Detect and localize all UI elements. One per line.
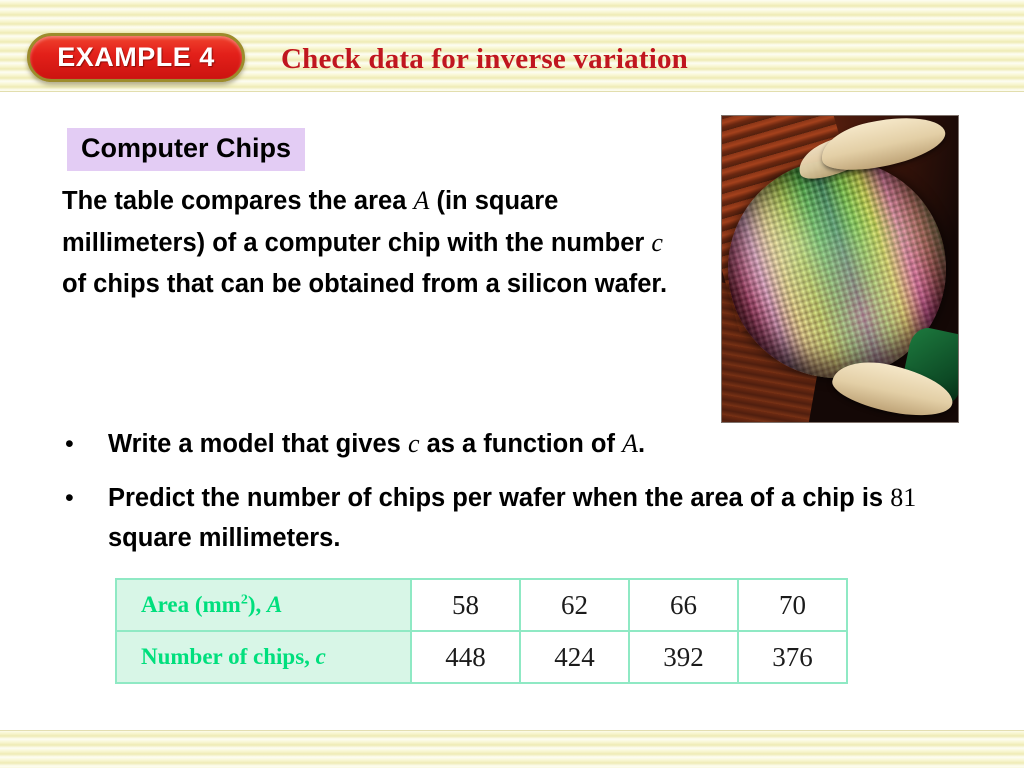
table-row: Area (mm2), A 58 62 66 70 [115, 578, 848, 632]
data-table: Area (mm2), A 58 62 66 70 Number of chip… [115, 578, 848, 684]
bullet-2-part-1: Predict the number of chips per wafer wh… [108, 484, 891, 512]
silicon-wafer-photo [722, 116, 958, 422]
table-row: Number of chips, c 448 424 392 376 [115, 630, 848, 684]
paragraph-part-1: The table compares the area [62, 187, 414, 215]
bullet-marker: • [65, 430, 74, 458]
variable-chips: c [651, 228, 663, 257]
row-label-chips-prefix: Number of chips, [141, 644, 316, 669]
paragraph-part-3: of chips that can be obtained from a sil… [62, 270, 668, 298]
bullet-marker: • [65, 484, 74, 512]
bullet-2-value: 81 [890, 483, 917, 512]
cell-chips-3: 392 [628, 630, 739, 684]
cell-area-4: 70 [737, 578, 848, 632]
list-item: • Write a model that gives c as a functi… [62, 424, 922, 464]
row-label-area-mid: ), [247, 592, 268, 617]
row-label-area: Area (mm2), A [115, 578, 412, 632]
row-label-chips: Number of chips, c [115, 630, 412, 684]
list-item: • Predict the number of chips per wafer … [62, 478, 922, 558]
cell-area-2: 62 [519, 578, 630, 632]
cell-area-3: 66 [628, 578, 739, 632]
row-label-area-prefix: Area (mm [141, 592, 241, 617]
problem-statement: The table compares the area A (in square… [62, 180, 682, 305]
example-badge-label: EXAMPLE 4 [57, 42, 215, 72]
topic-label: Computer Chips [67, 128, 306, 171]
bullet-1-part-3: . [637, 430, 646, 458]
bullet-1-var-1: c [407, 429, 420, 458]
cell-chips-2: 424 [519, 630, 630, 684]
bullet-1-var-2: A [622, 429, 638, 458]
bullet-2-part-2: square millimeters. [108, 524, 341, 552]
task-bullet-list: • Write a model that gives c as a functi… [62, 424, 922, 572]
slide-title: Check data for inverse variation [281, 43, 688, 75]
bullet-text: Predict the number of chips per wafer wh… [108, 478, 922, 558]
variable-area: A [413, 186, 430, 215]
cell-chips-4: 376 [737, 630, 848, 684]
bottom-decorative-band [0, 730, 1024, 768]
row-label-chips-variable: c [315, 644, 326, 669]
example-number-badge: EXAMPLE 4 [27, 33, 245, 82]
cell-chips-1: 448 [410, 630, 521, 684]
row-label-area-variable: A [267, 592, 283, 617]
bullet-1-part-1: Write a model that gives [108, 430, 408, 458]
cell-area-1: 58 [410, 578, 521, 632]
bullet-1-part-2: as a function of [419, 430, 623, 458]
row-label-area-exponent: 2 [240, 592, 248, 608]
bullet-text: Write a model that gives c as a function… [108, 424, 645, 464]
